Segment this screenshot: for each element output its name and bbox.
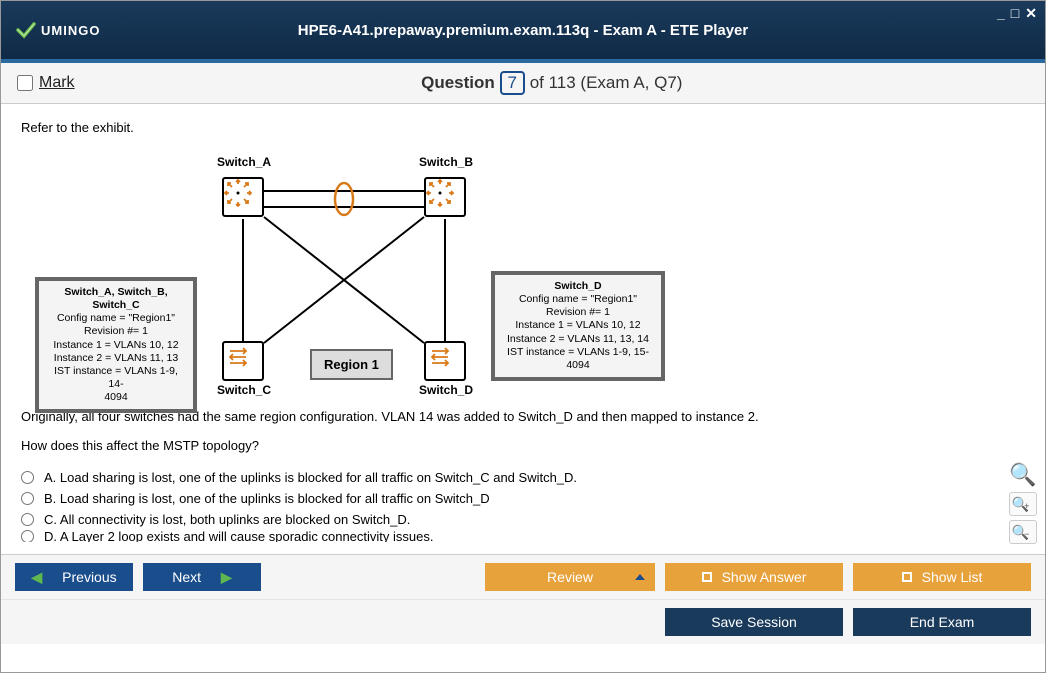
minimize-icon[interactable]: _	[997, 5, 1005, 22]
switch-d-icon	[424, 341, 466, 381]
option-d-radio[interactable]	[21, 530, 34, 542]
switch-b-icon	[424, 177, 466, 217]
previous-button[interactable]: ◀Previous	[15, 563, 133, 591]
window-title: HPE6-A41.prepaway.premium.exam.113q - Ex…	[298, 22, 748, 39]
show-list-button[interactable]: Show List	[853, 563, 1031, 591]
question-number: 7	[500, 71, 525, 95]
review-button[interactable]: Review	[485, 563, 655, 591]
titlebar: UMINGO HPE6-A41.prepaway.premium.exam.11…	[1, 1, 1045, 59]
option-b-radio[interactable]	[21, 492, 34, 505]
mark-checkbox-wrap[interactable]: Mark	[17, 74, 75, 92]
option-c-radio[interactable]	[21, 513, 34, 526]
question-body2: How does this affect the MSTP topology?	[21, 438, 1025, 453]
mark-label: Mark	[39, 74, 75, 92]
search-icon[interactable]: 🔍	[1009, 462, 1036, 488]
save-session-button[interactable]: Save Session	[665, 608, 843, 636]
end-exam-button[interactable]: End Exam	[853, 608, 1031, 636]
option-a[interactable]: A. Load sharing is lost, one of the upli…	[21, 467, 1025, 488]
switch-c-icon	[222, 341, 264, 381]
answer-options: A. Load sharing is lost, one of the upli…	[21, 467, 1025, 542]
exhibit-diagram: Switch_A Switch_B Switch_C Switch_D Regi…	[21, 149, 781, 397]
show-answer-button[interactable]: Show Answer	[665, 563, 843, 591]
brand-logo: UMINGO	[15, 19, 100, 41]
question-header: Mark Question 7 of 113 (Exam A, Q7)	[1, 63, 1045, 104]
question-content: Refer to the exhibit.	[1, 104, 1045, 554]
option-b[interactable]: B. Load sharing is lost, one of the upli…	[21, 488, 1025, 509]
close-icon[interactable]: ✕	[1025, 5, 1037, 22]
maximize-icon[interactable]: □	[1011, 5, 1019, 22]
switch-a-icon	[222, 177, 264, 217]
logo-icon	[15, 19, 37, 41]
checkbox-icon	[702, 572, 712, 582]
chevron-up-icon	[635, 574, 645, 580]
zoom-in-icon[interactable]: 🔍+	[1009, 492, 1037, 516]
option-c[interactable]: C. All connectivity is lost, both uplink…	[21, 509, 1025, 530]
next-button[interactable]: Next▶	[143, 563, 261, 591]
info-box-left: Switch_A, Switch_B, Switch_C Config name…	[35, 277, 197, 413]
window-controls: _ □ ✕	[997, 5, 1037, 22]
side-tools: 🔍 🔍+ 🔍−	[1009, 462, 1037, 544]
switch-a-label: Switch_A	[217, 155, 271, 169]
switch-b-label: Switch_B	[419, 155, 473, 169]
question-intro: Refer to the exhibit.	[21, 120, 1025, 135]
mark-checkbox[interactable]	[17, 75, 33, 91]
option-a-radio[interactable]	[21, 471, 34, 484]
footer-nav: ◀Previous Next▶ Review Show Answer Show …	[1, 554, 1045, 599]
footer-session: Save Session End Exam	[1, 599, 1045, 644]
info-box-right: Switch_D Config name = "Region1" Revisio…	[491, 271, 665, 381]
switch-d-label: Switch_D	[419, 383, 473, 397]
brand-text: UMINGO	[41, 23, 100, 38]
zoom-out-icon[interactable]: 🔍−	[1009, 520, 1037, 544]
checkbox-icon	[902, 572, 912, 582]
option-d[interactable]: D. A Layer 2 loop exists and will cause …	[21, 530, 1025, 542]
region-label: Region 1	[310, 349, 393, 380]
question-indicator: Question 7 of 113 (Exam A, Q7)	[75, 71, 1029, 95]
switch-c-label: Switch_C	[217, 383, 271, 397]
